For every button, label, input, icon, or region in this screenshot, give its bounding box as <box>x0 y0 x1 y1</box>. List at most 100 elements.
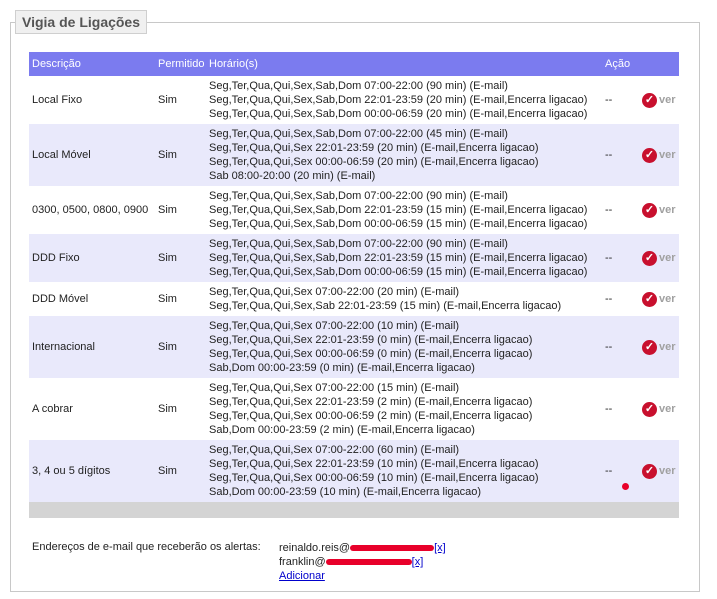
redaction-mark <box>325 559 412 566</box>
row-permitted: Sim <box>155 186 206 234</box>
row-permitted: Sim <box>155 76 206 124</box>
row-schedules: Seg,Ter,Qua,Qui,Sex 07:00-22:00 (10 min)… <box>206 316 602 378</box>
view-button[interactable]: ✓ ver <box>642 291 676 307</box>
view-label: ver <box>659 204 676 216</box>
email-address: reinaldo.reis@ <box>279 542 351 554</box>
email-address: franklin@ <box>279 556 326 568</box>
schedule-line: Sab,Dom 00:00-23:59 (0 min) (E-mail,Ence… <box>209 362 475 374</box>
row-action: -- <box>602 124 639 186</box>
table-header: Descrição Permitido Horário(s) Ação <box>29 52 679 76</box>
schedule-line: Sab,Dom 00:00-23:59 (2 min) (E-mail,Ence… <box>209 424 475 436</box>
schedule-line: Seg,Ter,Qua,Qui,Sex 00:00-06:59 (10 min)… <box>209 472 539 484</box>
row-permitted: Sim <box>155 316 206 378</box>
row-schedules: Seg,Ter,Qua,Qui,Sex 07:00-22:00 (60 min)… <box>206 440 602 502</box>
col-horarios: Horário(s) <box>206 52 602 76</box>
schedule-line: Seg,Ter,Qua,Qui,Sex 22:01-23:59 (2 min) … <box>209 396 533 408</box>
check-icon: ✓ <box>642 339 657 355</box>
table-row: Local Fixo Sim Seg,Ter,Qua,Qui,Sex,Sab,D… <box>29 76 679 124</box>
table-row: 0300, 0500, 0800, 0900 Sim Seg,Ter,Qua,Q… <box>29 186 679 234</box>
schedule-line: Seg,Ter,Qua,Qui,Sex,Sab,Dom 00:00-06:59 … <box>209 218 588 230</box>
alert-emails-label: Endereços de e-mail que receberão os ale… <box>32 541 261 553</box>
schedule-line: Seg,Ter,Qua,Qui,Sex 00:00-06:59 (20 min)… <box>209 156 539 168</box>
row-description: A cobrar <box>29 378 155 440</box>
schedule-line: Seg,Ter,Qua,Qui,Sex,Sab,Dom 00:00-06:59 … <box>209 108 588 120</box>
col-acao: Ação <box>602 52 639 76</box>
check-icon: ✓ <box>642 92 657 108</box>
schedule-line: Sab 08:00-20:00 (20 min) (E-mail) <box>209 170 376 182</box>
table-row: A cobrar Sim Seg,Ter,Qua,Qui,Sex 07:00-2… <box>29 378 679 440</box>
row-schedules: Seg,Ter,Qua,Qui,Sex,Sab,Dom 07:00-22:00 … <box>206 234 602 282</box>
row-description: Local Fixo <box>29 76 155 124</box>
schedule-line: Seg,Ter,Qua,Qui,Sex,Sab 22:01-23:59 (15 … <box>209 300 562 312</box>
row-description: DDD Fixo <box>29 234 155 282</box>
table-row: Local Móvel Sim Seg,Ter,Qua,Qui,Sex,Sab,… <box>29 124 679 186</box>
table-row: 3, 4 ou 5 dígitos Sim Seg,Ter,Qua,Qui,Se… <box>29 440 679 502</box>
panel-title: Vigia de Ligações <box>15 10 148 34</box>
schedule-line: Seg,Ter,Qua,Qui,Sex 22:01-23:59 (0 min) … <box>209 334 533 346</box>
row-schedules: Seg,Ter,Qua,Qui,Sex 07:00-22:00 (15 min)… <box>206 378 602 440</box>
row-permitted: Sim <box>155 234 206 282</box>
view-label: ver <box>659 293 676 305</box>
add-email-link[interactable]: Adicionar <box>279 570 325 582</box>
schedule-line: Seg,Ter,Qua,Qui,Sex 07:00-22:00 (10 min)… <box>209 320 460 332</box>
view-label: ver <box>659 465 676 477</box>
row-action: -- <box>602 316 639 378</box>
row-permitted: Sim <box>155 378 206 440</box>
email-item: reinaldo.reis@ [x] <box>279 541 446 555</box>
view-button[interactable]: ✓ ver <box>642 250 676 266</box>
redaction-mark <box>350 545 435 552</box>
col-acao-extra <box>639 52 679 76</box>
col-permitido: Permitido <box>155 52 206 76</box>
view-button[interactable]: ✓ ver <box>642 202 676 218</box>
view-button[interactable]: ✓ ver <box>642 401 676 417</box>
remove-email-button[interactable]: [x] <box>412 556 424 568</box>
row-action: -- <box>602 234 639 282</box>
view-button[interactable]: ✓ ver <box>642 92 676 108</box>
row-action: -- <box>602 440 639 502</box>
row-schedules: Seg,Ter,Qua,Qui,Sex,Sab,Dom 07:00-22:00 … <box>206 124 602 186</box>
view-button[interactable]: ✓ ver <box>642 147 676 163</box>
check-icon: ✓ <box>642 250 657 266</box>
remove-email-button[interactable]: [x] <box>434 542 446 554</box>
schedule-line: Seg,Ter,Qua,Qui,Sex 00:00-06:59 (0 min) … <box>209 348 533 360</box>
row-description: DDD Móvel <box>29 282 155 316</box>
table-footer <box>29 502 679 518</box>
row-permitted: Sim <box>155 124 206 186</box>
schedule-line: Seg,Ter,Qua,Qui,Sex 00:00-06:59 (2 min) … <box>209 410 533 422</box>
schedule-line: Sab,Dom 00:00-23:59 (10 min) (E-mail,Enc… <box>209 486 482 498</box>
check-icon: ✓ <box>642 291 657 307</box>
schedule-line: Seg,Ter,Qua,Qui,Sex,Sab,Dom 07:00-22:00 … <box>209 128 508 140</box>
row-schedules: Seg,Ter,Qua,Qui,Sex,Sab,Dom 07:00-22:00 … <box>206 186 602 234</box>
schedule-line: Seg,Ter,Qua,Qui,Sex,Sab,Dom 07:00-22:00 … <box>209 190 508 202</box>
row-permitted: Sim <box>155 440 206 502</box>
schedule-line: Seg,Ter,Qua,Qui,Sex,Sab,Dom 22:01-23:59 … <box>209 94 588 106</box>
row-description: 0300, 0500, 0800, 0900 <box>29 186 155 234</box>
schedule-line: Seg,Ter,Qua,Qui,Sex,Sab,Dom 07:00-22:00 … <box>209 238 508 250</box>
email-list: reinaldo.reis@ [x] franklin@ [x] Adicionar <box>279 541 446 583</box>
view-label: ver <box>659 403 676 415</box>
row-description: 3, 4 ou 5 dígitos <box>29 440 155 502</box>
row-action: -- <box>602 76 639 124</box>
check-icon: ✓ <box>642 202 657 218</box>
schedule-line: Seg,Ter,Qua,Qui,Sex 07:00-22:00 (60 min)… <box>209 444 460 456</box>
schedule-line: Seg,Ter,Qua,Qui,Sex 22:01-23:59 (10 min)… <box>209 458 539 470</box>
schedule-line: Seg,Ter,Qua,Qui,Sex,Sab,Dom 22:01-23:59 … <box>209 204 588 216</box>
row-description: Local Móvel <box>29 124 155 186</box>
schedule-line: Seg,Ter,Qua,Qui,Sex,Sab,Dom 07:00-22:00 … <box>209 80 508 92</box>
col-descricao: Descrição <box>29 52 155 76</box>
table-row: DDD Fixo Sim Seg,Ter,Qua,Qui,Sex,Sab,Dom… <box>29 234 679 282</box>
schedule-line: Seg,Ter,Qua,Qui,Sex,Sab,Dom 00:00-06:59 … <box>209 266 588 278</box>
view-button[interactable]: ✓ ver <box>642 339 676 355</box>
view-label: ver <box>659 252 676 264</box>
row-description: Internacional <box>29 316 155 378</box>
redaction-mark <box>622 483 629 490</box>
check-icon: ✓ <box>642 401 657 417</box>
row-schedules: Seg,Ter,Qua,Qui,Sex,Sab,Dom 07:00-22:00 … <box>206 76 602 124</box>
view-label: ver <box>659 94 676 106</box>
check-icon: ✓ <box>642 463 657 479</box>
email-item: franklin@ [x] <box>279 555 446 569</box>
view-button[interactable]: ✓ ver <box>642 463 676 479</box>
row-permitted: Sim <box>155 282 206 316</box>
schedule-line: Seg,Ter,Qua,Qui,Sex 22:01-23:59 (20 min)… <box>209 142 539 154</box>
view-label: ver <box>659 149 676 161</box>
